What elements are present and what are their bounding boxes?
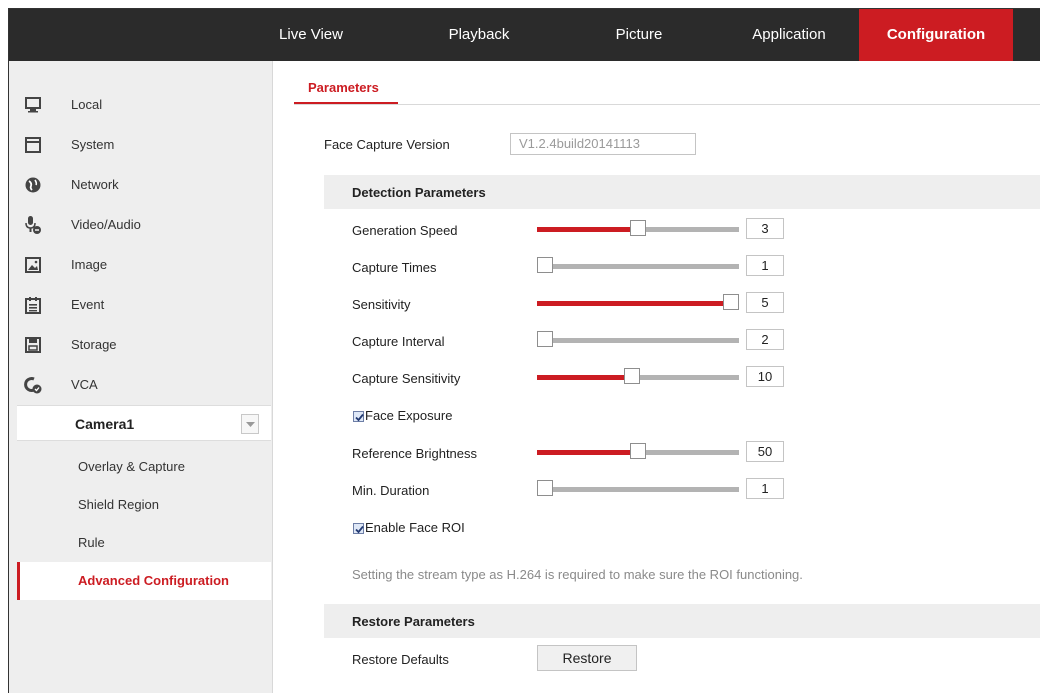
slider-fill	[537, 301, 731, 306]
capture-interval-slider[interactable]	[537, 330, 739, 350]
slider-thumb[interactable]	[723, 294, 739, 310]
sidebar-subitem-shield-region[interactable]: Shield Region	[17, 486, 271, 524]
sidebar-item-label: Image	[71, 257, 108, 272]
restore-parameters-header: Restore Parameters	[324, 604, 1040, 638]
app-frame: Live View Playback Picture Application C…	[8, 8, 1040, 693]
sidebar-item-label: Event	[71, 297, 105, 312]
microphone-icon	[23, 215, 43, 235]
nav-application[interactable]: Application	[729, 9, 849, 61]
min-duration-label: Min. Duration	[352, 483, 430, 498]
sidebar-item-label: Storage	[71, 337, 117, 352]
capture-times-slider[interactable]	[537, 256, 739, 276]
nav-picture[interactable]: Picture	[599, 9, 679, 61]
section-title: Detection Parameters	[352, 185, 486, 200]
face-exposure-checkbox[interactable]	[353, 411, 364, 422]
sidebar-item-network[interactable]: Network	[9, 165, 273, 205]
sidebar-item-vca[interactable]: VCA	[9, 365, 273, 405]
system-icon	[23, 135, 43, 155]
sidebar-item-label: System	[71, 137, 115, 152]
floppy-disk-icon	[23, 335, 43, 355]
capture-sensitivity-value[interactable]: 10	[746, 366, 784, 387]
face-roi-label: Enable Face ROI	[365, 520, 465, 535]
slider-track	[537, 338, 739, 343]
capture-sensitivity-slider[interactable]	[537, 367, 739, 387]
generation-speed-slider[interactable]	[537, 219, 739, 239]
min-duration-slider[interactable]	[537, 479, 739, 499]
generation-speed-value[interactable]: 3	[746, 218, 784, 239]
camera-select[interactable]: Camera1	[17, 405, 271, 441]
reference-brightness-slider[interactable]	[537, 442, 739, 462]
sidebar-item-label: VCA	[71, 377, 98, 392]
chevron-down-icon[interactable]	[241, 414, 259, 434]
min-duration-value[interactable]: 1	[746, 478, 784, 499]
vca-icon	[23, 375, 43, 395]
top-navigation: Live View Playback Picture Application C…	[9, 9, 1040, 61]
reference-brightness-value[interactable]: 50	[746, 441, 784, 462]
capture-interval-label: Capture Interval	[352, 334, 445, 349]
sidebar-item-image[interactable]: Image	[9, 245, 273, 285]
slider-thumb[interactable]	[537, 331, 553, 347]
monitor-icon	[23, 95, 43, 115]
restore-defaults-label: Restore Defaults	[352, 652, 449, 667]
subitem-label: Shield Region	[78, 497, 159, 512]
detection-parameters-header: Detection Parameters	[324, 175, 1040, 209]
sidebar-item-event[interactable]: Event	[9, 285, 273, 325]
nav-configuration[interactable]: Configuration	[859, 9, 1013, 61]
reference-brightness-label: Reference Brightness	[352, 446, 478, 461]
tab-divider	[294, 104, 1040, 105]
section-title: Restore Parameters	[352, 614, 475, 629]
sensitivity-value[interactable]: 5	[746, 292, 784, 313]
capture-times-label: Capture Times	[352, 260, 437, 275]
globe-icon	[23, 175, 43, 195]
slider-fill	[537, 375, 632, 380]
camera-label: Camera1	[75, 416, 135, 432]
image-icon	[23, 255, 43, 275]
sidebar-item-label: Network	[71, 177, 119, 192]
tab-parameters[interactable]: Parameters	[294, 61, 393, 105]
slider-thumb[interactable]	[624, 368, 640, 384]
slider-thumb[interactable]	[537, 480, 553, 496]
nav-live-view[interactable]: Live View	[279, 9, 343, 61]
nav-playback[interactable]: Playback	[439, 9, 519, 61]
subitem-label: Advanced Configuration	[78, 573, 229, 588]
sensitivity-label: Sensitivity	[352, 297, 411, 312]
capture-times-value[interactable]: 1	[746, 255, 784, 276]
subitem-label: Rule	[78, 535, 105, 550]
sidebar-item-label: Video/Audio	[71, 217, 141, 232]
calendar-icon	[23, 295, 43, 315]
slider-fill	[537, 450, 638, 455]
slider-track	[537, 487, 739, 492]
sidebar-item-storage[interactable]: Storage	[9, 325, 273, 365]
sidebar-subitem-advanced-configuration[interactable]: Advanced Configuration	[17, 562, 271, 600]
slider-thumb[interactable]	[630, 220, 646, 236]
generation-speed-label: Generation Speed	[352, 223, 458, 238]
subitem-label: Overlay & Capture	[78, 459, 185, 474]
sensitivity-slider[interactable]	[537, 293, 739, 313]
capture-sensitivity-label: Capture Sensitivity	[352, 371, 461, 386]
roi-note: Setting the stream type as H.264 is requ…	[352, 567, 803, 582]
sidebar-item-label: Local	[71, 97, 103, 112]
face-capture-version-field: V1.2.4build20141113	[510, 133, 696, 155]
sidebar: Local System Network Video/Audio Image E…	[9, 61, 273, 693]
capture-interval-value[interactable]: 2	[746, 329, 784, 350]
main-content: Parameters Face Capture Version V1.2.4bu…	[274, 61, 1040, 693]
slider-thumb[interactable]	[630, 443, 646, 459]
sidebar-item-local[interactable]: Local	[9, 85, 273, 125]
slider-track	[537, 264, 739, 269]
slider-thumb[interactable]	[537, 257, 553, 273]
face-exposure-label: Face Exposure	[365, 408, 453, 423]
sidebar-subitem-rule[interactable]: Rule	[17, 524, 271, 562]
sidebar-subitem-overlay-capture[interactable]: Overlay & Capture	[17, 448, 271, 486]
face-roi-checkbox[interactable]	[353, 523, 364, 534]
face-capture-version-label: Face Capture Version	[324, 137, 450, 152]
slider-fill	[537, 227, 638, 232]
restore-button[interactable]: Restore	[537, 645, 637, 671]
sidebar-item-video-audio[interactable]: Video/Audio	[9, 205, 273, 245]
sidebar-item-system[interactable]: System	[9, 125, 273, 165]
